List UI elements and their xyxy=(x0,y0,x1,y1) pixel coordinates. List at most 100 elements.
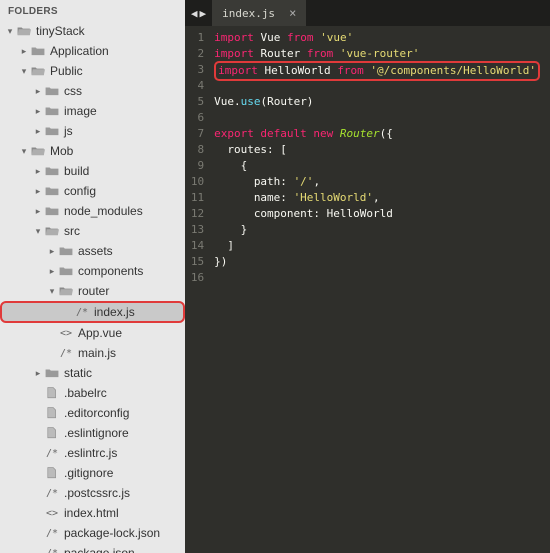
chevron-right-icon: ▸ xyxy=(46,246,58,257)
code-token: component: HelloWorld xyxy=(214,207,393,220)
folders-sidebar: FOLDERS ▾ tinyStack ▸ Application ▾ Publ… xyxy=(0,0,185,553)
tree-label: .eslintignore xyxy=(64,426,129,440)
tree-label: js xyxy=(64,124,73,138)
folder-icon xyxy=(44,165,60,177)
code-token: { xyxy=(214,159,247,172)
chevron-right-icon: ▸ xyxy=(32,186,44,197)
tree-folder-router[interactable]: ▾ router xyxy=(0,281,185,301)
code-token: Router xyxy=(254,47,307,60)
tree-label: .editorconfig xyxy=(64,406,129,420)
tree-folder-src[interactable]: ▾ src xyxy=(0,221,185,241)
markup-file-icon: <> xyxy=(44,508,60,519)
sidebar-header: FOLDERS xyxy=(0,0,185,21)
doc-file-icon xyxy=(44,407,60,419)
chevron-right-icon: ▸ xyxy=(32,368,44,379)
tree-label: tinyStack xyxy=(36,24,85,38)
chevron-right-icon: ▸ xyxy=(32,206,44,217)
tree-label: router xyxy=(78,284,109,298)
tree-folder-build[interactable]: ▸ build xyxy=(0,161,185,181)
folder-icon xyxy=(30,45,46,57)
tree-label: .babelrc xyxy=(64,386,107,400)
tree-label: package-lock.json xyxy=(64,526,160,540)
folder-open-icon xyxy=(58,285,74,297)
js-file-icon: /* xyxy=(74,307,90,318)
tree-file-app-vue[interactable]: ▸ <> App.vue xyxy=(0,323,185,343)
code-token: export default xyxy=(214,127,307,140)
tab-index-js[interactable]: index.js × xyxy=(212,0,306,26)
tree-folder-public[interactable]: ▾ Public xyxy=(0,61,185,81)
arrow-right-icon[interactable]: ▶ xyxy=(199,7,206,20)
tree-folder-application[interactable]: ▸ Application xyxy=(0,41,185,61)
tree-folder-js[interactable]: ▸ js xyxy=(0,121,185,141)
chevron-down-icon: ▾ xyxy=(4,26,16,37)
tree-folder-image[interactable]: ▸ image xyxy=(0,101,185,121)
folder-icon xyxy=(44,367,60,379)
tree-folder-node-modules[interactable]: ▸ node_modules xyxy=(0,201,185,221)
code-token: , xyxy=(313,175,320,188)
line-gutter: 12345678 910111213141516 xyxy=(185,26,210,553)
tree-file-package-json[interactable]: ▸ /* package.json xyxy=(0,543,185,553)
tree-label: static xyxy=(64,366,92,380)
code-token: import xyxy=(218,64,258,77)
chevron-down-icon: ▾ xyxy=(46,286,58,297)
tree-file-editorconfig[interactable]: ▸ .editorconfig xyxy=(0,403,185,423)
tree-file-package-lock[interactable]: ▸ /* package-lock.json xyxy=(0,523,185,543)
tree-label: Public xyxy=(50,64,83,78)
folder-icon xyxy=(44,125,60,137)
code-token: } xyxy=(214,223,247,236)
code-token: new xyxy=(307,127,334,140)
tree-file-index-html[interactable]: ▸ <> index.html xyxy=(0,503,185,523)
tree-file-eslintignore[interactable]: ▸ .eslintignore xyxy=(0,423,185,443)
markup-file-icon: <> xyxy=(58,328,74,339)
tree-label: .gitignore xyxy=(64,466,113,480)
tree-label: index.html xyxy=(64,506,119,520)
tree-folder-components[interactable]: ▸ components xyxy=(0,261,185,281)
tree-label: App.vue xyxy=(78,326,122,340)
tree-folder-tinystack[interactable]: ▾ tinyStack xyxy=(0,21,185,41)
code-token: HelloWorld xyxy=(258,64,337,77)
highlight-import-line: import HelloWorld from '@/components/Hel… xyxy=(214,61,540,81)
code-token: Vue. xyxy=(214,95,241,108)
chevron-right-icon: ▸ xyxy=(32,86,44,97)
file-tree: ▾ tinyStack ▸ Application ▾ Public ▸ css… xyxy=(0,21,185,553)
arrow-left-icon[interactable]: ◀ xyxy=(191,7,198,20)
tree-folder-config[interactable]: ▸ config xyxy=(0,181,185,201)
code-token: path: xyxy=(214,175,293,188)
tree-folder-mob[interactable]: ▾ Mob xyxy=(0,141,185,161)
close-icon[interactable]: × xyxy=(289,6,296,20)
chevron-right-icon: ▸ xyxy=(32,126,44,137)
tree-folder-static[interactable]: ▸ static xyxy=(0,363,185,383)
code-token: from xyxy=(287,31,314,44)
tree-label: .eslintrc.js xyxy=(64,446,117,460)
code-token: from xyxy=(307,47,334,60)
tab-history-nav[interactable]: ◀ ▶ xyxy=(185,0,212,26)
code-area[interactable]: 12345678 910111213141516 import Vue from… xyxy=(185,26,550,553)
folder-icon xyxy=(44,85,60,97)
tree-label: package.json xyxy=(64,546,135,553)
code-content[interactable]: import Vue from 'vue' import Router from… xyxy=(210,26,550,553)
tree-label: config xyxy=(64,184,96,198)
editor-pane: ◀ ▶ index.js × 12345678 910111213141516 … xyxy=(185,0,550,553)
js-file-icon: /* xyxy=(44,488,60,499)
folder-icon xyxy=(58,245,74,257)
tree-folder-css[interactable]: ▸ css xyxy=(0,81,185,101)
tree-file-babelrc[interactable]: ▸ .babelrc xyxy=(0,383,185,403)
tree-folder-assets[interactable]: ▸ assets xyxy=(0,241,185,261)
tree-file-main-js[interactable]: ▸ /* main.js xyxy=(0,343,185,363)
chevron-right-icon: ▸ xyxy=(32,106,44,117)
code-token: '@/components/HelloWorld' xyxy=(364,64,536,77)
js-file-icon: /* xyxy=(44,448,60,459)
code-token: , xyxy=(373,191,380,204)
code-token: 'vue-router' xyxy=(333,47,419,60)
tree-file-postcssrc-js[interactable]: ▸ /* .postcssrc.js xyxy=(0,483,185,503)
js-file-icon: /* xyxy=(44,528,60,539)
tree-label: node_modules xyxy=(64,204,143,218)
tree-file-gitignore[interactable]: ▸ .gitignore xyxy=(0,463,185,483)
folder-open-icon xyxy=(30,65,46,77)
folder-open-icon xyxy=(44,225,60,237)
folder-open-icon xyxy=(30,145,46,157)
tree-label: Mob xyxy=(50,144,73,158)
code-token: 'vue' xyxy=(313,31,353,44)
tree-file-eslintrc-js[interactable]: ▸ /* .eslintrc.js xyxy=(0,443,185,463)
tree-file-index-js[interactable]: ▸ /* index.js xyxy=(0,301,185,323)
